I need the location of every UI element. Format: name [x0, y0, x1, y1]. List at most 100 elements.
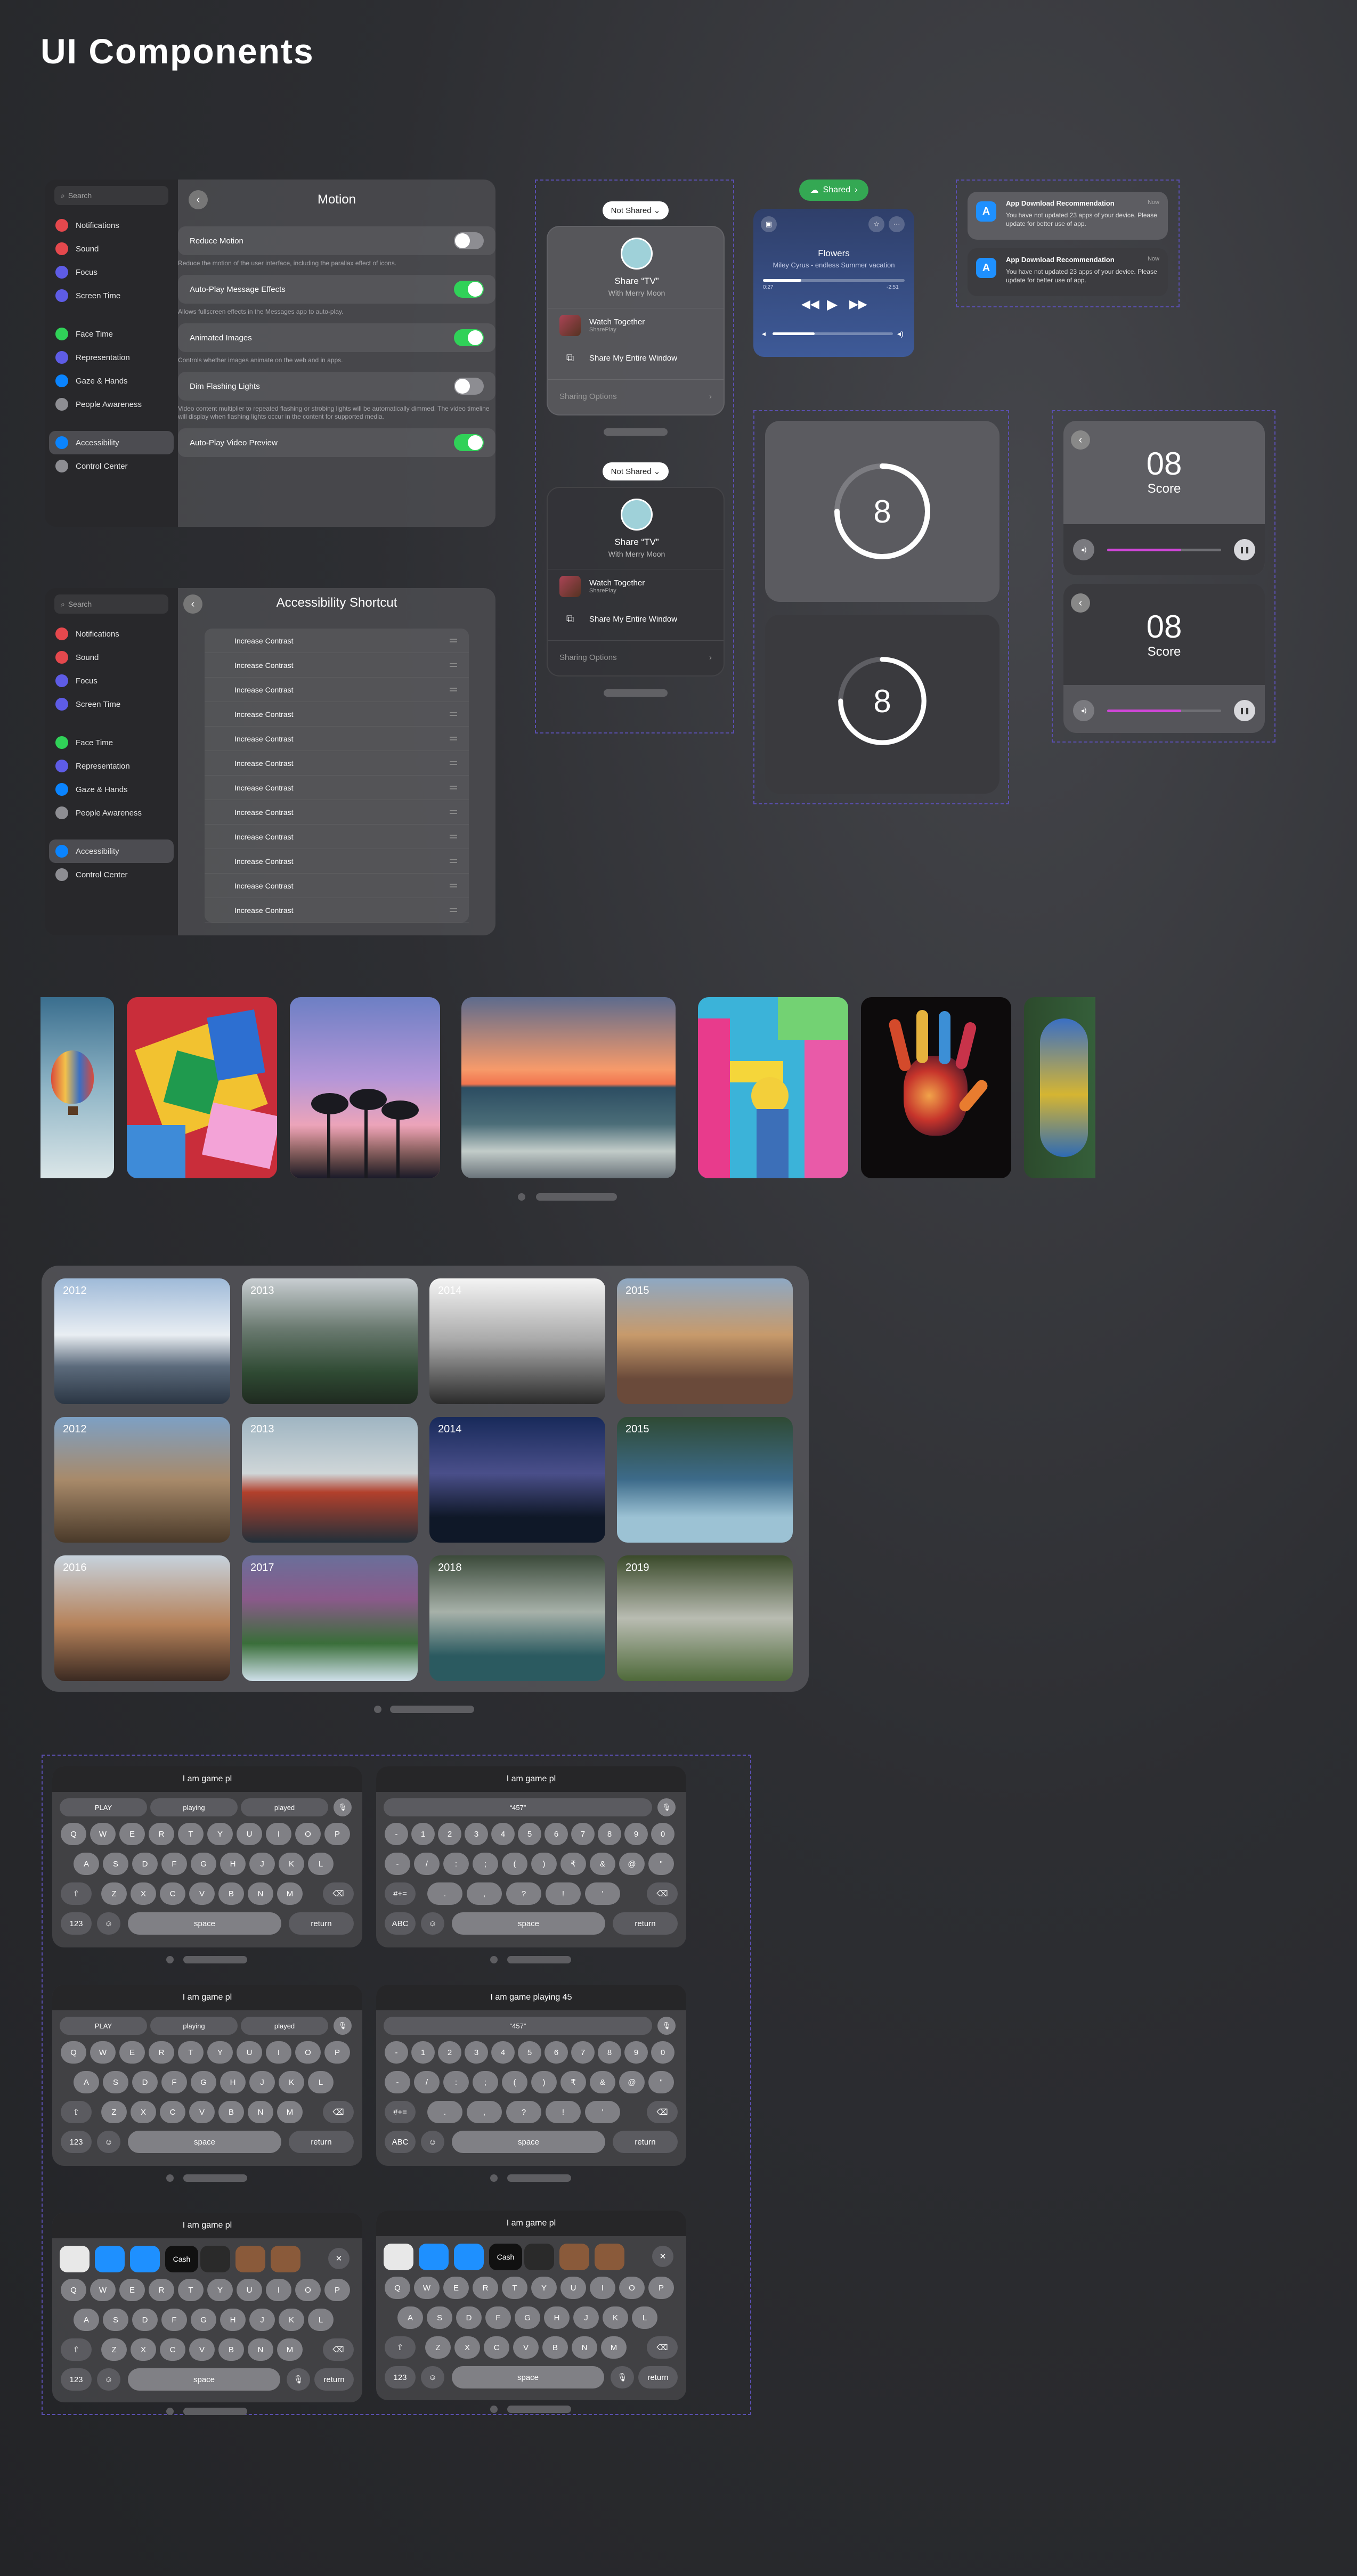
key[interactable]: U — [237, 2279, 262, 2301]
page-indicator-dot[interactable] — [518, 1193, 525, 1201]
suggestion-chip[interactable]: PLAY — [60, 2017, 147, 2035]
pause-button[interactable]: ❚❚ — [1234, 700, 1255, 721]
page-indicator-dot[interactable] — [490, 2174, 498, 2182]
key[interactable]: D — [132, 1853, 158, 1875]
key[interactable]: R — [149, 2279, 174, 2301]
symbols-key[interactable]: #+= — [385, 2101, 416, 2123]
microphone-icon[interactable]: 🎙 — [334, 1798, 352, 1816]
key[interactable]: G — [191, 2071, 216, 2093]
share-window-row[interactable]: ⧉ Share My Entire Window — [548, 602, 724, 636]
shortcut-item[interactable]: Increase Contrast — [205, 800, 469, 825]
keyboard-text-field[interactable]: I am game pl — [52, 2213, 362, 2238]
key[interactable]: ! — [546, 2101, 581, 2123]
gallery-photo[interactable]: 2019 — [617, 1555, 793, 1681]
toggle-switch[interactable] — [454, 232, 484, 249]
key[interactable]: A — [74, 1853, 99, 1875]
key[interactable]: ! — [546, 1882, 581, 1905]
page-indicator-dot[interactable] — [374, 1706, 381, 1713]
shortcut-item[interactable]: Increase Contrast — [205, 629, 469, 653]
emoji-key[interactable]: ☺ — [97, 2131, 120, 2153]
key[interactable]: ) — [531, 2071, 557, 2093]
watch-together-row[interactable]: Watch Together SharePlay — [548, 308, 724, 342]
toggle-switch[interactable] — [454, 378, 484, 395]
space-key[interactable]: space — [128, 2131, 281, 2153]
pause-button[interactable]: ❚❚ — [1234, 539, 1255, 560]
microphone-icon[interactable]: 🎙 — [334, 2017, 352, 2035]
key[interactable]: K — [279, 1853, 304, 1875]
activity-icon[interactable] — [200, 2246, 230, 2272]
reorder-handle-icon[interactable] — [450, 737, 457, 740]
key[interactable]: - — [385, 1853, 410, 1875]
shortcut-item[interactable]: Increase Contrast — [205, 751, 469, 776]
key[interactable]: T — [178, 1823, 204, 1845]
photos-icon[interactable] — [384, 2244, 413, 2270]
key[interactable]: J — [573, 2306, 599, 2329]
shortcut-item[interactable]: Increase Contrast — [205, 776, 469, 800]
key[interactable]: O — [295, 2041, 321, 2064]
emoji-key[interactable]: ☺ — [421, 2131, 444, 2153]
key[interactable]: L — [308, 2309, 334, 2331]
key[interactable]: P — [324, 2279, 350, 2301]
microphone-icon[interactable]: 🎙 — [657, 2017, 676, 2035]
key[interactable]: " — [648, 1853, 674, 1875]
sidebar-item-notifications[interactable]: Notifications — [45, 622, 178, 646]
key[interactable]: I — [590, 2277, 615, 2299]
key[interactable]: - — [385, 1823, 408, 1845]
key[interactable]: Y — [207, 2279, 233, 2301]
key[interactable]: T — [502, 2277, 527, 2299]
delete-key[interactable]: ⌫ — [647, 2336, 678, 2359]
mode-key[interactable]: ABC — [385, 2131, 416, 2153]
suggestion-chip[interactable]: played — [241, 2017, 328, 2035]
sidebar-item-people-awareness[interactable]: People Awareness — [45, 801, 178, 825]
key[interactable]: H — [220, 2309, 246, 2331]
search-input[interactable]: ⌕ Search — [54, 594, 168, 614]
return-key[interactable]: return — [613, 1912, 678, 1935]
key[interactable]: . — [427, 2101, 462, 2123]
key[interactable]: A — [74, 2071, 99, 2093]
key[interactable]: F — [485, 2306, 511, 2329]
key[interactable]: V — [513, 2336, 539, 2359]
key[interactable]: 5 — [518, 1823, 541, 1845]
reorder-handle-icon[interactable] — [450, 884, 457, 887]
pip-icon[interactable]: ▣ — [761, 216, 777, 232]
star-icon[interactable]: ☆ — [868, 216, 884, 232]
space-key[interactable]: space — [452, 2131, 605, 2153]
return-key[interactable]: return — [314, 2368, 354, 2391]
key[interactable]: J — [249, 2071, 275, 2093]
key[interactable]: G — [515, 2306, 540, 2329]
not-shared-pill[interactable]: Not Shared ⌄ — [602, 201, 669, 219]
progress-track[interactable] — [763, 279, 905, 282]
toggle-switch[interactable] — [454, 329, 484, 346]
shared-badge[interactable]: ☁ Shared › — [799, 180, 868, 201]
key[interactable]: - — [385, 2071, 410, 2093]
shortcut-item[interactable]: Increase Contrast — [205, 898, 469, 923]
key[interactable]: 0 — [651, 2041, 675, 2064]
keyboard-text-field[interactable]: I am game pl — [52, 1766, 362, 1792]
symbols-key[interactable]: #+= — [385, 1882, 416, 1905]
sidebar-item-screen-time[interactable]: Screen Time — [45, 692, 178, 716]
activity-icon[interactable] — [524, 2244, 554, 2270]
suggestion-chip[interactable]: “457” — [384, 1798, 652, 1816]
window-grabber[interactable] — [604, 428, 668, 436]
gallery-photo[interactable]: 2016 — [54, 1555, 230, 1681]
key[interactable]: ; — [473, 2071, 498, 2093]
key[interactable]: ' — [585, 1882, 620, 1905]
key[interactable]: ₹ — [560, 1853, 586, 1875]
key[interactable]: 2 — [438, 2041, 461, 2064]
key[interactable]: Z — [101, 2338, 127, 2361]
window-grabber[interactable] — [604, 689, 668, 697]
key[interactable]: - — [385, 2041, 408, 2064]
key[interactable]: 7 — [571, 1823, 595, 1845]
key[interactable]: 9 — [624, 2041, 648, 2064]
key[interactable]: W — [90, 2041, 116, 2064]
gallery-photo[interactable]: 2017 — [242, 1555, 418, 1681]
shortcut-item[interactable]: Increase Contrast — [205, 653, 469, 678]
page-indicator-bar[interactable] — [507, 2406, 571, 2413]
key[interactable]: R — [149, 1823, 174, 1845]
reorder-handle-icon[interactable] — [450, 761, 457, 765]
key[interactable]: T — [178, 2279, 204, 2301]
volume-slider[interactable] — [1107, 549, 1221, 551]
cash-icon[interactable]: Cash — [165, 2246, 198, 2272]
key[interactable]: @ — [619, 2071, 645, 2093]
music-icon[interactable] — [130, 2246, 160, 2272]
